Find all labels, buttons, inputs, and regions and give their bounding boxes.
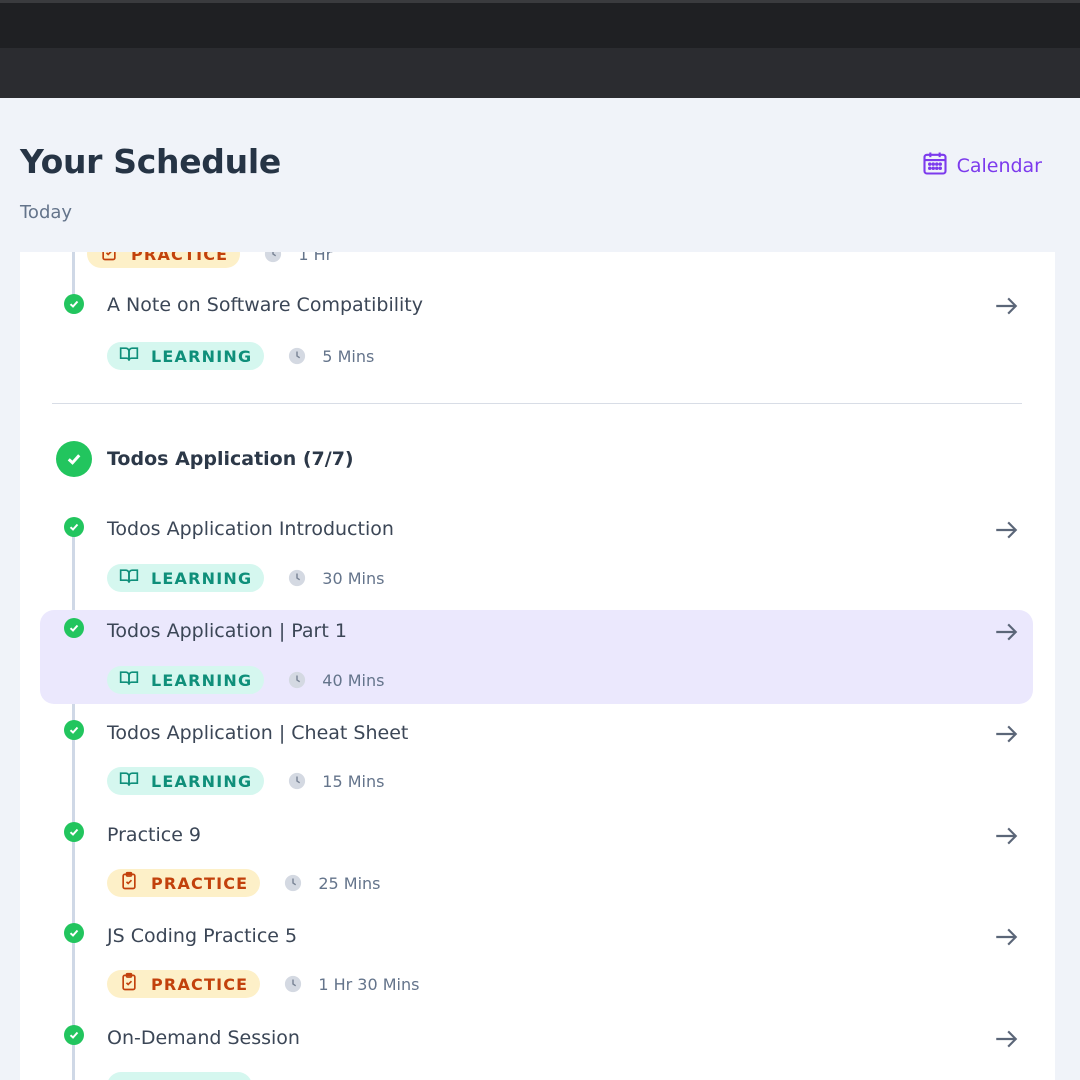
clock-icon xyxy=(288,671,306,689)
item-meta: PRACTICE 1 Hr 30 Mins xyxy=(107,970,419,998)
schedule-item[interactable]: On-Demand Session xyxy=(40,1020,1033,1080)
duration-text: 40 Mins xyxy=(322,670,385,690)
tag-badge: PRACTICE xyxy=(87,252,241,268)
schedule-item[interactable]: Todos Application Introduction LEARNING … xyxy=(40,506,1033,602)
section-complete-icon xyxy=(56,441,92,477)
book-icon xyxy=(119,344,139,368)
item-title: Todos Application Introduction xyxy=(107,518,394,540)
item-title: A Note on Software Compatibility xyxy=(107,294,423,316)
clipboard-icon xyxy=(99,252,119,266)
browser-top-bar xyxy=(0,0,1080,48)
arrow-right-icon[interactable] xyxy=(993,924,1019,950)
section-header: Todos Application (7/7) xyxy=(56,441,354,477)
item-title: JS Coding Practice 5 xyxy=(107,925,298,947)
tag-badge xyxy=(107,1072,252,1080)
clock-icon xyxy=(288,347,306,365)
section-title: Todos Application (7/7) xyxy=(107,448,354,470)
item-title: On-Demand Session xyxy=(107,1027,300,1049)
clipboard-icon xyxy=(119,871,139,895)
check-icon xyxy=(64,294,84,314)
tag-label: LEARNING xyxy=(151,771,253,791)
duration-text: 1 Hr xyxy=(298,252,333,264)
schedule-item[interactable]: Practice 9 PRACTICE 25 Mins xyxy=(40,816,1033,912)
tag-label: PRACTICE xyxy=(151,974,249,994)
card-right-gutter xyxy=(1055,252,1080,1080)
tag-badge: LEARNING xyxy=(107,767,265,795)
calendar-label: Calendar xyxy=(956,154,1042,177)
arrow-right-icon[interactable] xyxy=(993,517,1019,543)
duration-text: 15 Mins xyxy=(322,771,385,791)
tag-label: LEARNING xyxy=(151,346,253,366)
check-icon xyxy=(64,618,84,638)
item-title: Todos Application | Cheat Sheet xyxy=(107,722,409,744)
item-meta: LEARNING 30 Mins xyxy=(107,564,384,592)
tag-badge: LEARNING xyxy=(107,564,265,592)
clock-icon xyxy=(284,975,302,993)
check-icon xyxy=(64,517,84,537)
tag-badge: PRACTICE xyxy=(107,970,261,998)
app-header-bar xyxy=(0,48,1080,98)
section-divider xyxy=(52,403,1022,404)
clock-icon xyxy=(284,874,302,892)
arrow-right-icon[interactable] xyxy=(993,823,1019,849)
schedule-item-active[interactable]: Todos Application | Part 1 LEARNING 40 M… xyxy=(40,610,1033,704)
clock-icon xyxy=(288,772,306,790)
item-meta-partial xyxy=(107,1072,252,1080)
calendar-link[interactable]: Calendar xyxy=(921,149,1042,182)
book-icon xyxy=(119,769,139,793)
clock-icon xyxy=(288,569,306,587)
duration-text: 25 Mins xyxy=(318,873,381,893)
item-title: Practice 9 xyxy=(107,824,202,846)
tag-label: LEARNING xyxy=(151,568,253,588)
check-icon xyxy=(64,923,84,943)
schedule-card: PRACTICE 1 Hr A Note on Software Compati… xyxy=(20,252,1055,1080)
arrow-right-icon[interactable] xyxy=(993,619,1019,645)
schedule-item[interactable]: Todos Application | Cheat Sheet LEARNING… xyxy=(40,714,1033,810)
item-meta: PRACTICE 25 Mins xyxy=(107,869,380,897)
arrow-right-icon[interactable] xyxy=(993,1026,1019,1052)
book-icon xyxy=(119,668,139,692)
schedule-page: Your Schedule Today Calendar PRACTICE 1 … xyxy=(0,98,1080,1080)
tag-label: LEARNING xyxy=(151,670,253,690)
duration-text: 1 Hr 30 Mins xyxy=(318,974,420,994)
item-title: Todos Application | Part 1 xyxy=(107,620,347,642)
item-meta: LEARNING 40 Mins xyxy=(107,666,384,694)
calendar-icon xyxy=(921,149,949,182)
arrow-right-icon[interactable] xyxy=(993,293,1019,319)
clipboard-icon xyxy=(119,972,139,996)
duration-text: 30 Mins xyxy=(322,568,385,588)
tag-badge: PRACTICE xyxy=(107,869,261,897)
check-icon xyxy=(64,720,84,740)
check-icon xyxy=(64,822,84,842)
tag-badge: LEARNING xyxy=(107,342,265,370)
tag-label: PRACTICE xyxy=(131,252,229,264)
schedule-item[interactable]: JS Coding Practice 5 PRACTICE 1 Hr 30 Mi… xyxy=(40,918,1033,1014)
tag-label: PRACTICE xyxy=(151,873,249,893)
book-icon xyxy=(119,566,139,590)
schedule-item[interactable]: A Note on Software Compatibility LEARNIN… xyxy=(40,280,1033,376)
item-meta: LEARNING 15 Mins xyxy=(107,767,384,795)
duration-text: 5 Mins xyxy=(322,346,375,366)
page-subtitle: Today xyxy=(20,202,73,223)
clock-icon xyxy=(264,252,282,263)
tag-badge: LEARNING xyxy=(107,666,265,694)
check-icon xyxy=(64,1025,84,1045)
item-meta: LEARNING 5 Mins xyxy=(107,342,374,370)
page-title: Your Schedule xyxy=(20,142,281,181)
arrow-right-icon[interactable] xyxy=(993,721,1019,747)
partial-item-meta: PRACTICE 1 Hr xyxy=(87,252,332,268)
